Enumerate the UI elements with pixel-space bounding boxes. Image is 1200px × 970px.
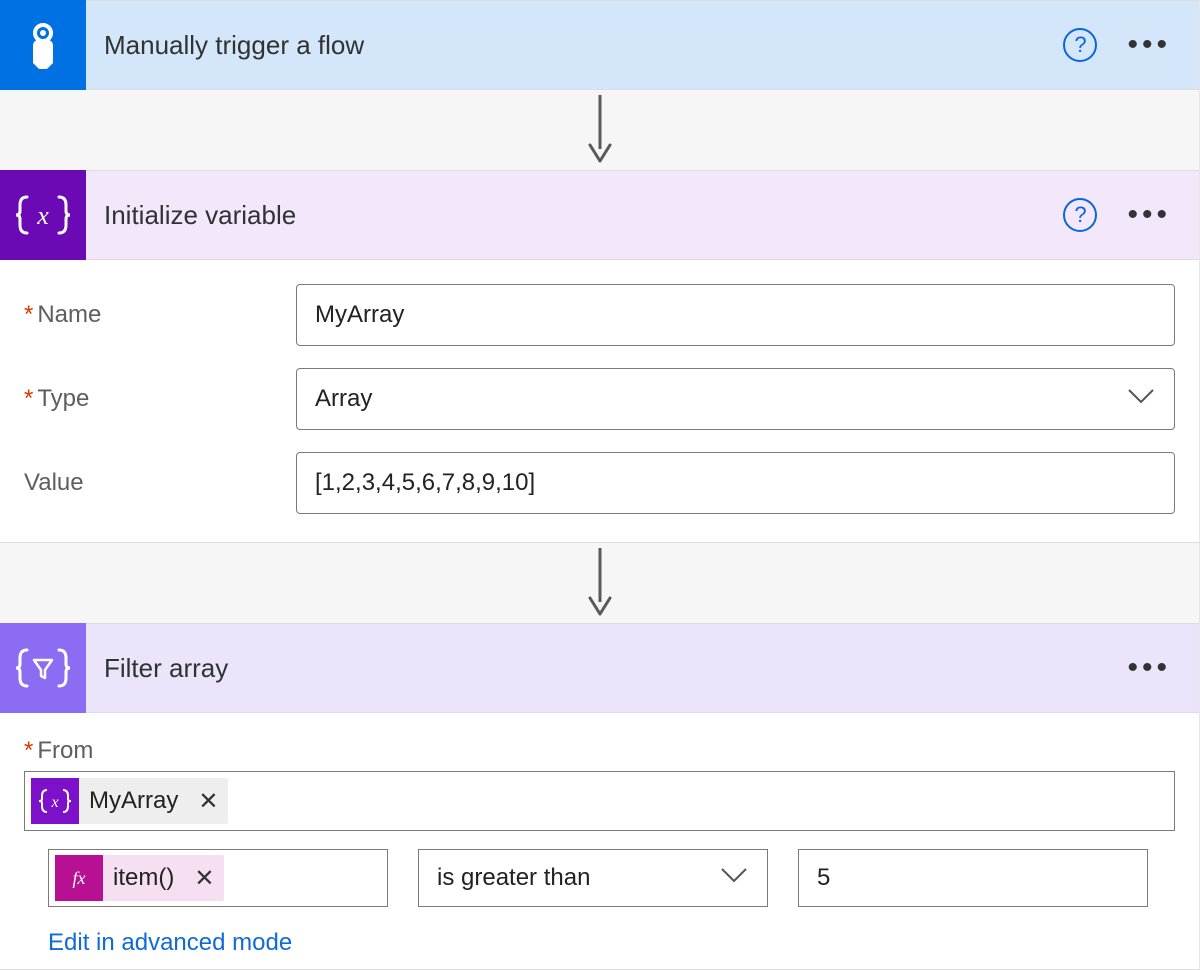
type-row: *Type Array [24, 368, 1175, 430]
chevron-down-icon [719, 864, 749, 892]
condition-operator-value: is greater than [437, 864, 590, 892]
connector-arrow [0, 543, 1199, 623]
filter-icon [0, 623, 86, 713]
from-variable-token[interactable]: x MyArray ✕ [31, 778, 228, 824]
help-icon[interactable]: ? [1063, 28, 1097, 62]
condition-right-value: 5 [817, 864, 830, 892]
required-star: * [24, 385, 33, 412]
expression-token-label: item() [113, 864, 184, 892]
filter-step-body: *From x MyArray ✕ [0, 713, 1199, 970]
init-variable-step-body: *Name *Type Array Value [0, 260, 1199, 543]
svg-text:fx: fx [73, 868, 86, 888]
edit-advanced-mode-link[interactable]: Edit in advanced mode [48, 929, 292, 957]
condition-row: fx item() ✕ is greater than 5 [24, 849, 1175, 907]
value-input[interactable] [296, 452, 1175, 514]
type-label-text: Type [37, 385, 89, 412]
required-star: * [24, 737, 33, 764]
name-row: *Name [24, 284, 1175, 346]
condition-operator-select[interactable]: is greater than [418, 849, 768, 907]
name-input[interactable] [296, 284, 1175, 346]
chevron-down-icon [1126, 385, 1156, 413]
condition-left-input[interactable]: fx item() ✕ [48, 849, 388, 907]
init-variable-step-title: Initialize variable [86, 200, 1063, 231]
expression-token[interactable]: fx item() ✕ [55, 855, 224, 901]
from-token-label: MyArray [89, 787, 188, 815]
connector-arrow [0, 90, 1199, 170]
from-input[interactable]: x MyArray ✕ [24, 771, 1175, 831]
name-label: *Name [24, 301, 296, 329]
init-variable-step-header[interactable]: x Initialize variable ? ••• [0, 170, 1199, 260]
condition-right-input[interactable]: 5 [798, 849, 1148, 907]
fx-icon: fx [55, 855, 103, 901]
type-label: *Type [24, 385, 296, 413]
from-label-text: From [37, 737, 93, 764]
remove-token-button[interactable]: ✕ [184, 864, 224, 893]
value-label: Value [24, 469, 296, 497]
help-icon[interactable]: ? [1063, 198, 1097, 232]
svg-text:x: x [50, 794, 58, 811]
manual-trigger-icon [0, 0, 86, 90]
value-row: Value [24, 452, 1175, 514]
svg-text:x: x [36, 201, 49, 230]
flow-canvas: Manually trigger a flow ? ••• x Initiali… [0, 0, 1200, 970]
trigger-step-header[interactable]: Manually trigger a flow ? ••• [0, 0, 1199, 90]
type-select[interactable]: Array [296, 368, 1175, 430]
more-menu-button[interactable]: ••• [1123, 28, 1175, 62]
value-label-text: Value [24, 469, 84, 496]
more-menu-button[interactable]: ••• [1123, 198, 1175, 232]
name-label-text: Name [37, 301, 101, 328]
from-label: *From [24, 737, 1175, 765]
trigger-step-title: Manually trigger a flow [86, 30, 1063, 61]
required-star: * [24, 301, 33, 328]
remove-token-button[interactable]: ✕ [188, 787, 228, 816]
variable-icon: x [31, 778, 79, 824]
filter-step-title: Filter array [86, 653, 1123, 684]
type-select-value: Array [315, 385, 372, 413]
variable-icon: x [0, 170, 86, 260]
filter-step-header[interactable]: Filter array ••• [0, 623, 1199, 713]
more-menu-button[interactable]: ••• [1123, 651, 1175, 685]
